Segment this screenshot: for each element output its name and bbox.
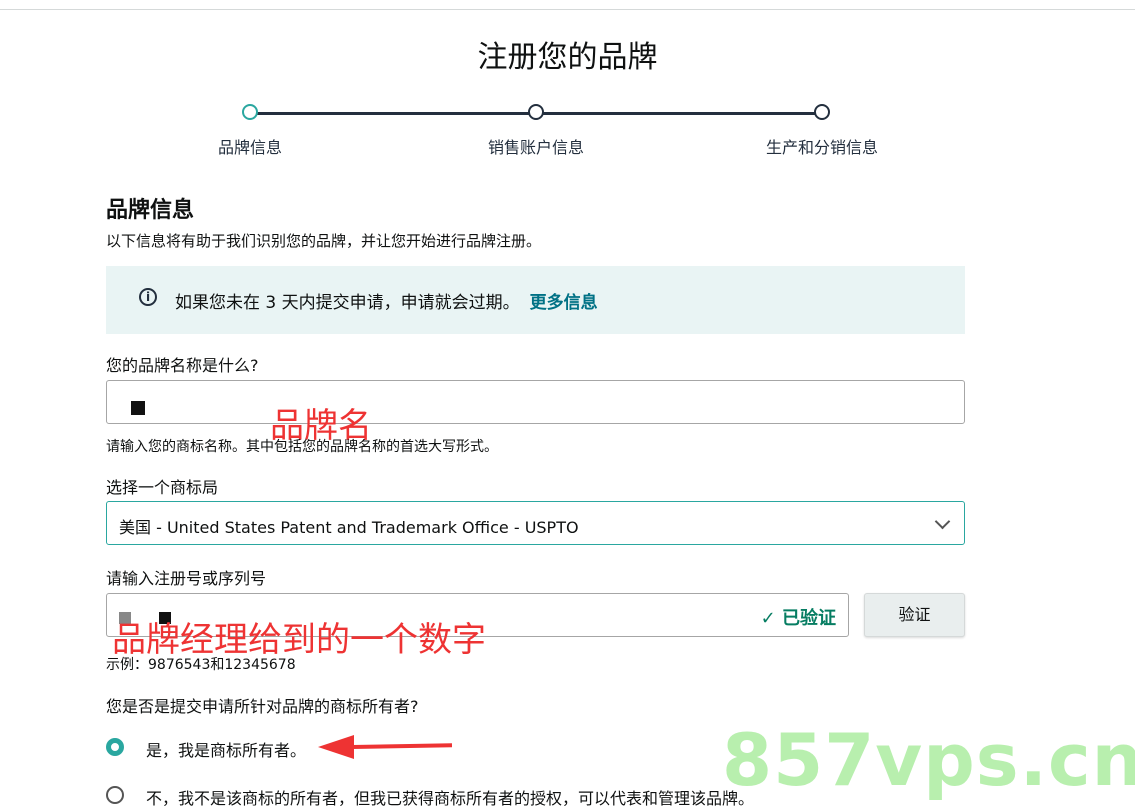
info-message: 如果您未在 3 天内提交申请，申请就会过期。 [175,293,520,313]
watermark: 857vps.cn [722,718,1135,802]
step-1-dot [242,104,258,120]
page-title: 注册您的品牌 [477,40,658,75]
step-3-dot [814,104,830,120]
step-connector-1 [256,112,530,115]
info-icon: i [139,288,157,306]
radio-owner-yes-label[interactable]: 是，我是商标所有者。 [146,737,306,761]
brand-name-input[interactable] [106,380,965,424]
more-info-link[interactable]: 更多信息 [530,293,598,313]
serial-label: 请输入注册号或序列号 [106,569,267,588]
step-3-label: 生产和分销信息 [765,138,878,157]
step-2-dot [528,104,544,120]
redacted-value [131,401,145,415]
verify-button[interactable]: 验证 [864,593,965,637]
section-subtitle: 以下信息将有助于我们识别您的品牌，并让您开始进行品牌注册。 [106,232,542,250]
verified-status: ✓ 已验证 [761,604,836,630]
checkmark-icon: ✓ [760,608,776,629]
info-text: 如果您未在 3 天内提交申请，申请就会过期。 更多信息 [175,288,598,313]
serial-example: 示例：9876543和12345678 [106,657,296,673]
trademark-office-select[interactable]: 美国 - United States Patent and Trademark … [106,501,965,545]
annotation-arrow-shaft [351,743,453,749]
section-title: 品牌信息 [106,198,195,223]
annotation-arrow-head [318,735,354,759]
radio-owner-no[interactable] [106,786,124,804]
radio-owner-yes[interactable] [106,738,124,756]
trademark-office-label: 选择一个商标局 [106,478,219,497]
trademark-office-selected: 美国 - United States Patent and Trademark … [119,518,579,537]
verified-text: 已验证 [782,608,836,629]
step-2-label: 销售账户信息 [487,138,584,157]
info-alert: i 如果您未在 3 天内提交申请，申请就会过期。 更多信息 [106,266,965,334]
step-1-label: 品牌信息 [217,138,282,157]
chevron-down-icon [934,513,951,530]
radio-owner-no-label[interactable]: 不，我不是该商标的所有者，但我已获得商标所有者的授权，可以代表和管理该品牌。 [146,785,754,809]
step-connector-2 [542,112,816,115]
top-divider [0,9,1135,10]
brand-name-label: 您的品牌名称是什么? [106,356,259,375]
brand-name-hint: 请输入您的商标名称。其中包括您的品牌名称的首选大写形式。 [106,439,498,455]
owner-question-label: 您是否是提交申请所针对品牌的商标所有者? [106,697,419,716]
